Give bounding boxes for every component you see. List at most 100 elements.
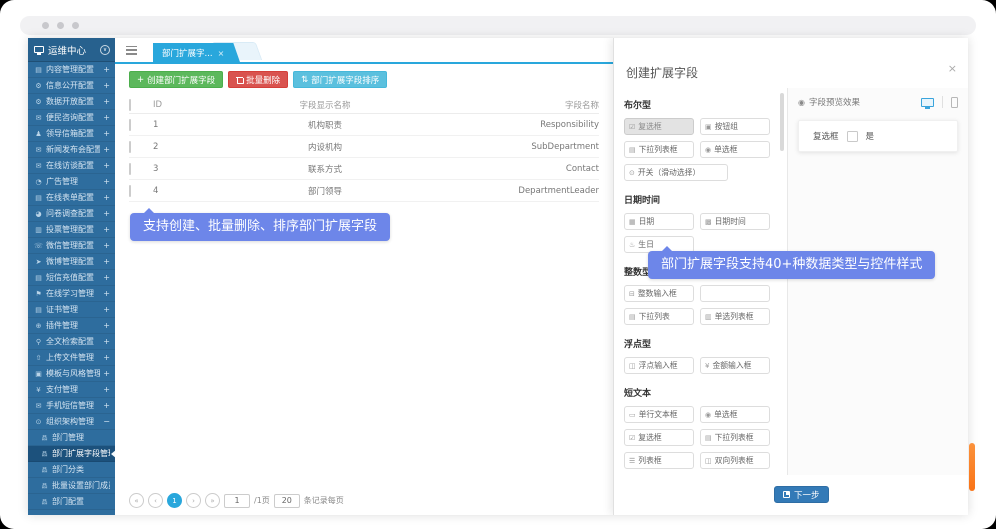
- last-page-button[interactable]: »: [205, 493, 220, 508]
- sidebar-item[interactable]: ⇧上传文件管理+: [28, 350, 115, 366]
- field-type-button[interactable]: ▦日期: [624, 213, 694, 230]
- field-type-button[interactable]: ▣按钮组: [700, 118, 770, 135]
- sort-fields-button[interactable]: ⇅ 部门扩展字段排序: [293, 71, 387, 88]
- sms-icon: ✉: [34, 402, 43, 410]
- sidebar-item[interactable]: ⚑在线学习管理+: [28, 286, 115, 302]
- sidebar-item[interactable]: ▣模板与风格管理+: [28, 366, 115, 382]
- row-checkbox[interactable]: [129, 141, 131, 153]
- sidebar-item[interactable]: ☏微信管理配置+: [28, 238, 115, 254]
- sidebar-item[interactable]: 品部门配置: [28, 494, 115, 510]
- sidebar-item[interactable]: ▤内容管理配置+: [28, 62, 115, 78]
- sidebar-item-label: 支付管理: [46, 384, 78, 395]
- field-type-button[interactable]: ☑复选框: [624, 429, 694, 446]
- share-icon: ➤: [34, 258, 43, 266]
- expand-toggle-icon: +: [103, 353, 110, 362]
- mobile-preview-icon[interactable]: [951, 97, 958, 108]
- batch-delete-button[interactable]: 批量删除: [228, 71, 288, 88]
- field-type-button[interactable]: ▤下拉列表: [624, 308, 694, 325]
- sidebar-item[interactable]: ✉手机短信管理+: [28, 398, 115, 414]
- dialog-title: 创建扩展字段: [626, 64, 698, 81]
- search-icon: ⚲: [34, 338, 43, 346]
- save-icon: [783, 491, 790, 498]
- sidebar-item-label: 微信管理配置: [46, 240, 94, 251]
- field-type-button[interactable]: ▭单行文本框: [624, 406, 694, 423]
- dropdown-icon: ▤: [629, 313, 636, 321]
- field-type-button[interactable]: ◉单选框: [700, 406, 770, 423]
- sidebar-item[interactable]: 品部门管理: [28, 430, 115, 446]
- sidebar-item[interactable]: ➤微博管理配置+: [28, 254, 115, 270]
- sidebar-item[interactable]: ▤短信充值配置+: [28, 270, 115, 286]
- field-type-button[interactable]: ◉单选框: [700, 141, 770, 158]
- sidebar-item[interactable]: ✉便民咨询配置+: [28, 110, 115, 126]
- page-scrollbar-thumb[interactable]: [969, 443, 975, 491]
- field-type-button[interactable]: ◫浮点输入框: [624, 357, 694, 374]
- sidebar-item[interactable]: ▤证书管理+: [28, 302, 115, 318]
- sidebar-item[interactable]: ⚙信息公开配置+: [28, 78, 115, 94]
- sidebar-item[interactable]: ▤在线表单配置+: [28, 190, 115, 206]
- tab-close-icon[interactable]: ×: [218, 49, 225, 58]
- sidebar-item[interactable]: ¥支付管理+: [28, 382, 115, 398]
- field-type-button[interactable]: ⊙开关（滑动选择）: [624, 164, 728, 181]
- field-type-label: 单选列表框: [715, 311, 754, 322]
- field-type-button[interactable]: [700, 285, 770, 302]
- field-type-button[interactable]: ▤下拉列表框: [700, 429, 770, 446]
- sidebar-item-label: 全文检索配置: [46, 336, 94, 347]
- sidebar-item[interactable]: 品批量设置部门成员: [28, 478, 115, 494]
- sidebar-item[interactable]: ♟领导信箱配置+: [28, 126, 115, 142]
- page-1-button[interactable]: 1: [167, 493, 182, 508]
- field-type-button[interactable]: ¥金额输入框: [700, 357, 770, 374]
- sidebar-item[interactable]: ⊙组织架构管理−: [28, 414, 115, 430]
- plus-icon: +: [137, 75, 144, 85]
- expand-toggle-icon: +: [103, 129, 110, 138]
- field-type-button[interactable]: ☑复选框: [624, 118, 694, 135]
- drawer-scrollbar[interactable]: [780, 93, 784, 151]
- tab-department-fields[interactable]: 部门扩展字... ×: [153, 43, 240, 63]
- expand-toggle-icon: +: [103, 385, 110, 394]
- page-number-input[interactable]: [224, 494, 250, 508]
- close-icon[interactable]: ×: [948, 62, 957, 75]
- table-header-row: ID 字段显示名称 字段名称: [129, 97, 599, 114]
- window-minimize-button[interactable]: [57, 22, 64, 29]
- field-type-button[interactable]: ☰列表框: [624, 452, 694, 469]
- expand-toggle-icon: +: [103, 193, 110, 202]
- window-maximize-button[interactable]: [72, 22, 79, 29]
- field-type-button[interactable]: ◫双向列表框: [700, 452, 770, 469]
- hamburger-icon[interactable]: [126, 46, 137, 55]
- sidebar-item[interactable]: ⚙数据开放配置+: [28, 94, 115, 110]
- field-type-button[interactable]: ▩日期时间: [700, 213, 770, 230]
- field-type-button[interactable]: ▤下拉列表框: [624, 141, 694, 158]
- sidebar-item[interactable]: ⊕插件管理+: [28, 318, 115, 334]
- select-all-checkbox[interactable]: [129, 99, 131, 111]
- field-type-button[interactable]: ⊟整数输入框: [624, 285, 694, 302]
- fields-table: ID 字段显示名称 字段名称 1机构职责Responsibility2内设机构S…: [129, 97, 599, 202]
- sidebar-item[interactable]: ⚲全文检索配置+: [28, 334, 115, 350]
- row-checkbox[interactable]: [129, 185, 131, 197]
- prev-page-button[interactable]: ‹: [148, 493, 163, 508]
- window-close-button[interactable]: [42, 22, 49, 29]
- sidebar-item[interactable]: ◔广告管理+: [28, 174, 115, 190]
- expand-toggle-icon: +: [103, 321, 110, 330]
- radio-icon: ◉: [705, 146, 711, 154]
- sidebar-item[interactable]: 品部门分类: [28, 462, 115, 478]
- desktop-preview-icon[interactable]: [921, 98, 934, 107]
- field-type-label: 双向列表框: [715, 455, 754, 466]
- page-size-input[interactable]: [274, 494, 300, 508]
- sidebar-item[interactable]: ✉在线访谈配置+: [28, 158, 115, 174]
- collapse-sidebar-icon[interactable]: ∨: [100, 45, 110, 55]
- next-step-button[interactable]: 下一步: [774, 486, 829, 503]
- sidebar-item[interactable]: ▥投票管理配置+: [28, 222, 115, 238]
- row-checkbox[interactable]: [129, 119, 131, 131]
- row-checkbox[interactable]: [129, 163, 131, 175]
- date-icon: ▦: [629, 218, 636, 226]
- create-field-button[interactable]: + 创建部门扩展字段: [129, 71, 223, 88]
- first-page-button[interactable]: «: [129, 493, 144, 508]
- expand-toggle-icon: +: [103, 369, 110, 378]
- sidebar-item[interactable]: ✉新闻发布会配置+: [28, 142, 115, 158]
- field-type-list: 布尔型☑复选框▣按钮组▤下拉列表框◉单选框⊙开关（滑动选择）日期时间▦日期▩日期…: [614, 88, 786, 475]
- field-type-label: 日期: [639, 216, 655, 227]
- preview-checkbox[interactable]: [847, 131, 858, 142]
- sidebar-item-active[interactable]: 品部门扩展字段管理: [28, 446, 115, 462]
- sidebar-item[interactable]: ◕问卷调查配置+: [28, 206, 115, 222]
- field-type-button[interactable]: ▥单选列表框: [700, 308, 770, 325]
- next-page-button[interactable]: ›: [186, 493, 201, 508]
